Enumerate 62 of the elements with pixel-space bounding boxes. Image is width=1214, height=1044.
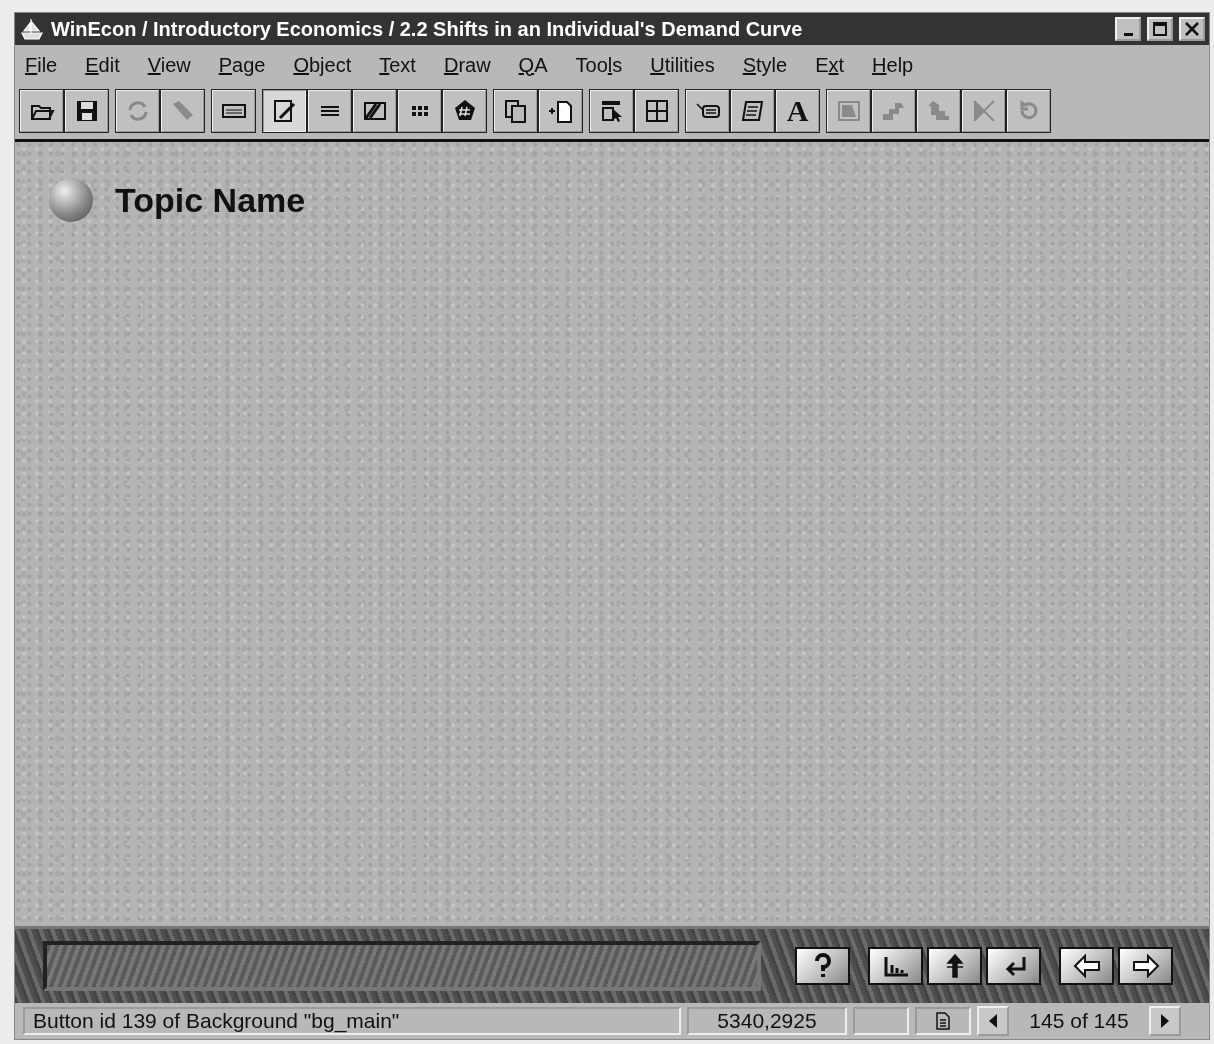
toolbar-button[interactable]: [262, 89, 307, 133]
copy-icon: [502, 98, 529, 124]
menu-item[interactable]: QA: [518, 53, 562, 77]
menu-item[interactable]: Page: [218, 53, 280, 77]
maximize-button[interactable]: [1147, 17, 1173, 41]
menu-item[interactable]: File: [25, 53, 72, 77]
up-button[interactable]: [927, 947, 982, 985]
maximize-icon: [1153, 22, 1167, 36]
menu-item[interactable]: Ext: [815, 53, 859, 77]
minimize-button[interactable]: [1115, 17, 1141, 41]
menu-item[interactable]: Draw: [443, 53, 505, 77]
toolbar-button[interactable]: [19, 89, 64, 133]
coordinates-readout: 5340,2925: [687, 1007, 847, 1035]
previous-page-button[interactable]: [977, 1006, 1009, 1036]
topic-title: Topic Name: [115, 180, 306, 220]
return-button[interactable]: [986, 947, 1041, 985]
toolbar-button[interactable]: [211, 89, 256, 133]
page-counter: 145 of 145: [1028, 1009, 1130, 1033]
toolbar-button[interactable]: [397, 89, 442, 133]
new-page-icon: [547, 98, 574, 124]
toolbar-button[interactable]: [352, 89, 397, 133]
menu-item[interactable]: View: [147, 53, 205, 77]
menu-item[interactable]: Help: [872, 53, 928, 77]
status-message: Button id 139 of Background "bg_main": [23, 1007, 681, 1035]
toolbar-button[interactable]: [442, 89, 487, 133]
toolbar-button[interactable]: A: [775, 89, 820, 133]
pen-on-page-icon: [271, 98, 298, 124]
toolbar-button[interactable]: [64, 89, 109, 133]
status-panel: [853, 1007, 909, 1035]
frame-icon: [835, 98, 862, 124]
quadrant-icon: [643, 98, 670, 124]
right-arrow-icon: [1131, 953, 1160, 979]
menu-item[interactable]: Utilities: [650, 53, 729, 77]
menu-item[interactable]: Text: [379, 53, 430, 77]
next-page-button[interactable]: [1149, 1006, 1181, 1036]
forward-button[interactable]: [1118, 947, 1173, 985]
left-triangle-icon: [987, 1013, 999, 1029]
toolbar-button[interactable]: [538, 89, 583, 133]
menu-item[interactable]: Edit: [85, 53, 134, 77]
toolbar-button[interactable]: [493, 89, 538, 133]
window-title: WinEcon / Introductory Economics / 2.2 Shifts in an Individual's Demand Curve: [51, 17, 804, 41]
close-icon: [1185, 22, 1199, 36]
help-button[interactable]: [795, 947, 850, 985]
toolbar-button[interactable]: [307, 89, 352, 133]
document-icon: [936, 1012, 950, 1030]
back-button[interactable]: [1059, 947, 1114, 985]
menu-item[interactable]: Tools: [575, 53, 637, 77]
sphere-icon: [49, 178, 93, 222]
left-arrow-icon: [1072, 953, 1101, 979]
scroll-icon: [739, 98, 766, 124]
minimize-icon: [1123, 33, 1133, 36]
menu-item[interactable]: Style: [742, 53, 802, 77]
close-button[interactable]: [1179, 17, 1205, 41]
toolbar-button[interactable]: [730, 89, 775, 133]
toolbar-button[interactable]: [634, 89, 679, 133]
menu-item[interactable]: Object: [293, 53, 366, 77]
ship-icon: [19, 17, 45, 41]
cross-icon: [970, 98, 997, 124]
toolbar-button[interactable]: [589, 89, 634, 133]
chart-button[interactable]: [868, 947, 923, 985]
right-triangle-icon: [1159, 1013, 1171, 1029]
toolbar-button[interactable]: [685, 89, 730, 133]
